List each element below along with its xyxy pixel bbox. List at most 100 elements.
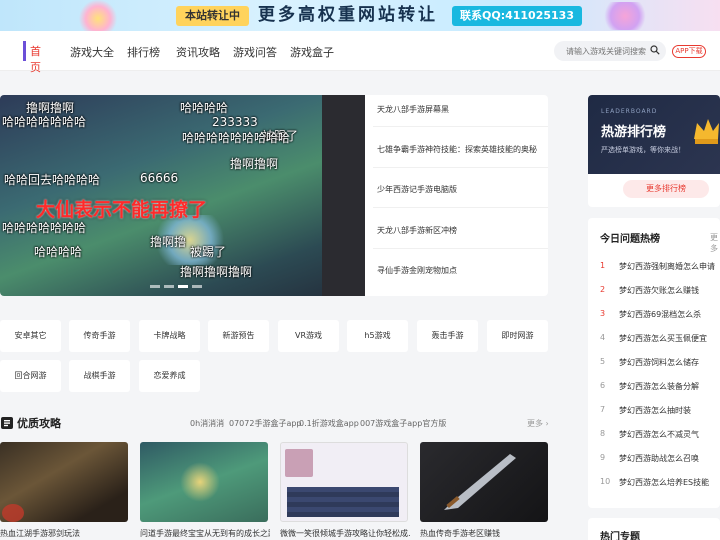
- nav-item-qa[interactable]: 游戏问答: [233, 44, 277, 60]
- hot-question-item[interactable]: 梦幻西游欠账怎么赚钱: [619, 285, 699, 296]
- danmaku: 哈哈哈哈: [34, 245, 83, 259]
- slide-list-item[interactable]: 天龙八部手游新区冲榜: [377, 225, 545, 236]
- slider-dot[interactable]: [164, 285, 174, 288]
- nav-item-news[interactable]: 资讯攻略: [176, 44, 220, 60]
- danmaku: 哈哈哈哈哈哈哈哈哈: [182, 131, 291, 145]
- hot-question-item[interactable]: 梦幻西游怎么装备分解: [619, 381, 699, 392]
- rank-number: 8: [600, 429, 606, 438]
- hot-question-item[interactable]: 梦幻西游怎么培养ES技能: [619, 477, 709, 488]
- slider-dot[interactable]: [192, 285, 202, 288]
- rank-number: 5: [600, 357, 606, 366]
- danmaku: 66666: [140, 171, 179, 185]
- hot-question-item[interactable]: 梦幻西游强制离婚怎么申请: [619, 261, 715, 272]
- promo-tag: 本站转让中: [176, 6, 249, 26]
- slide-list-item[interactable]: 寻仙手游金刚宠物加点: [377, 265, 545, 276]
- hot-question-item[interactable]: 梦幻西游怎么不减灵气: [619, 429, 699, 440]
- danmaku: 哈哈回去哈哈哈哈: [4, 173, 101, 187]
- rank-number: 3: [600, 309, 606, 318]
- site-logo[interactable]: 首页: [23, 41, 47, 74]
- category-tag[interactable]: 回合网游: [0, 360, 61, 392]
- guide-keyword-link[interactable]: 0h消消消: [190, 418, 224, 429]
- danmaku: 被踢了: [190, 245, 227, 259]
- hot-question-item[interactable]: 梦幻西游怎么买玉佩便宜: [619, 333, 707, 344]
- guide-icon: [1, 417, 13, 429]
- guide-card-title[interactable]: 热血江湖手游邪剑玩法: [0, 528, 130, 539]
- category-tag[interactable]: 即时网游: [487, 320, 548, 352]
- crown-icon: [694, 119, 719, 144]
- rank-number: 4: [600, 333, 606, 342]
- guide-card-image[interactable]: [280, 442, 408, 522]
- category-tag[interactable]: 战棋手游: [69, 360, 130, 392]
- hot-topics-panel: 热门专题: [588, 518, 720, 540]
- guide-keyword-link[interactable]: 0.1折游戏盒app: [299, 418, 359, 429]
- guide-keyword-link[interactable]: 07072手游盒子app: [229, 418, 302, 429]
- danmaku-highlight: 大仙表示不能再撩了: [36, 199, 208, 221]
- guide-card-title[interactable]: 问道手游最终宝宝从无到有的成长之路: [140, 528, 270, 539]
- slide-list-item[interactable]: 七雄争霸手游神符技能：探索英雄技能的奥秘: [377, 144, 545, 155]
- guide-card-image[interactable]: [420, 442, 548, 522]
- divider: [373, 248, 548, 249]
- danmaku: 撸啊撸啊: [230, 157, 279, 171]
- rank-number: 2: [600, 285, 606, 294]
- nav-home: 首页: [30, 45, 41, 74]
- leaderboard-header[interactable]: LEADERBOARD 热游排行榜 严选榜单游戏，等你来战！: [588, 95, 720, 174]
- slide-list-item[interactable]: 少年西游记手游电脑版: [377, 184, 545, 195]
- hot-questions-panel: 今日问题热榜 更多 1 梦幻西游强制离婚怎么申请 2 梦幻西游欠账怎么赚钱 3 …: [588, 218, 720, 508]
- featured-slider: 撸啊撸啊 哈哈哈哈哈哈哈 哈哈哈哈 233333 被踢了 66666 大仙表示不…: [0, 95, 548, 296]
- danmaku: 233333: [212, 115, 258, 129]
- leaderboard-title: 热游排行榜: [601, 125, 667, 140]
- hot-question-item[interactable]: 梦幻西游饲料怎么储存: [619, 357, 699, 368]
- card-decoration: [285, 449, 313, 477]
- guide-card-image[interactable]: [0, 442, 128, 522]
- slide-image[interactable]: 撸啊撸啊 哈哈哈哈哈哈哈 哈哈哈哈 233333 被踢了 66666 大仙表示不…: [0, 95, 365, 296]
- slider-dot-active[interactable]: [178, 285, 188, 288]
- category-tag[interactable]: 新游预告: [208, 320, 269, 352]
- category-tag[interactable]: 恋爱养成: [139, 360, 200, 392]
- promo-banner[interactable]: 本站转让中 更多高权重网站转让 联系QQ:411025133: [0, 0, 720, 31]
- hot-question-item[interactable]: 梦幻西游69混档怎么杀: [619, 309, 701, 320]
- guide-card-title[interactable]: 微微一笑很倾城手游攻略让你轻松成…: [280, 528, 410, 539]
- more-rankings-button[interactable]: 更多排行榜: [623, 180, 709, 198]
- guide-more-link[interactable]: 更多 ›: [527, 418, 549, 429]
- nav-item-games[interactable]: 游戏大全: [70, 44, 114, 60]
- rank-number: 1: [600, 261, 606, 270]
- app-download-button[interactable]: APP下载: [672, 45, 706, 58]
- hot-topics-title: 热门专题: [600, 532, 640, 540]
- divider: [373, 207, 548, 208]
- category-tag[interactable]: VR游戏: [278, 320, 339, 352]
- guide-card-image[interactable]: [140, 442, 268, 522]
- search-icon[interactable]: [650, 45, 660, 55]
- slider-dots: [150, 285, 210, 288]
- hot-question-item[interactable]: 梦幻西游助战怎么召唤: [619, 453, 699, 464]
- slide-overlay: [322, 95, 365, 296]
- promo-decoration: [78, 0, 118, 31]
- divider: [373, 167, 548, 168]
- rank-number: 9: [600, 453, 606, 462]
- nav-item-box[interactable]: 游戏盒子: [290, 44, 334, 60]
- slide-list-item[interactable]: 天龙八部手游屏幕黑: [377, 104, 545, 115]
- card-decoration: [2, 504, 24, 522]
- danmaku: 哈哈哈哈哈哈哈: [2, 115, 87, 129]
- category-tag[interactable]: 轰击手游: [417, 320, 478, 352]
- hot-question-item[interactable]: 梦幻西游怎么抽时装: [619, 405, 691, 416]
- slide-list: 天龙八部手游屏幕黑 七雄争霸手游神符技能：探索英雄技能的奥秘 少年西游记手游电脑…: [365, 95, 548, 296]
- rank-number: 6: [600, 381, 606, 390]
- hot-questions-title: 今日问题热榜: [600, 234, 660, 245]
- top-nav: 首页 游戏大全 排行榜 资讯攻略 游戏问答 游戏盒子 APP下载: [0, 31, 720, 74]
- hot-more-link[interactable]: 更多: [710, 232, 720, 254]
- divider: [373, 126, 548, 127]
- category-tag[interactable]: 传奇手游: [69, 320, 130, 352]
- nav-item-rankings[interactable]: 排行榜: [127, 44, 160, 60]
- promo-contact: 联系QQ:411025133: [452, 6, 582, 26]
- section-title: 优质攻略: [17, 417, 61, 430]
- danmaku: 撸啊撸: [150, 235, 187, 249]
- category-tag[interactable]: h5游戏: [347, 320, 408, 352]
- guide-keyword-link[interactable]: 007游戏盒子app官方版: [360, 418, 446, 429]
- slider-dot[interactable]: [150, 285, 160, 288]
- rank-number: 7: [600, 405, 606, 414]
- rank-number: 10: [600, 477, 611, 486]
- leaderboard-card: LEADERBOARD 热游排行榜 严选榜单游戏，等你来战！ 更多排行榜: [588, 95, 720, 207]
- guide-card-title[interactable]: 热血传奇手游老区赚钱: [420, 528, 550, 539]
- category-tag[interactable]: 卡牌战略: [139, 320, 200, 352]
- category-tag[interactable]: 安卓其它: [0, 320, 61, 352]
